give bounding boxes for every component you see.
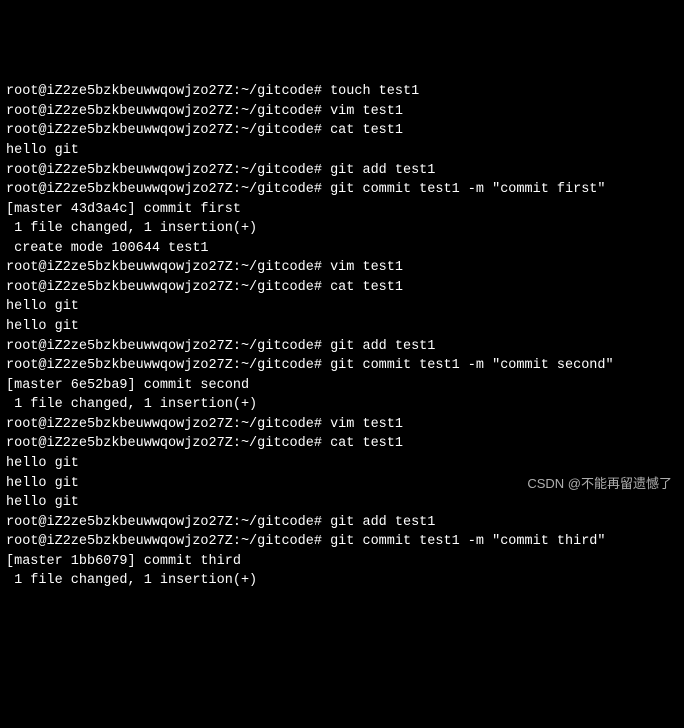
shell-prompt: root@iZ2ze5bzkbeuwwqowjzo27Z:~/gitcode# [6,123,330,138]
shell-output-text: hello git [6,299,79,314]
shell-prompt: root@iZ2ze5bzkbeuwwqowjzo27Z:~/gitcode# [6,436,330,451]
terminal-output-line: [master 1bb6079] commit third [6,552,678,572]
terminal-command-line: root@iZ2ze5bzkbeuwwqowjzo27Z:~/gitcode# … [6,415,678,435]
shell-command: vim test1 [330,417,403,432]
shell-output-text: hello git [6,319,79,334]
terminal-command-line: root@iZ2ze5bzkbeuwwqowjzo27Z:~/gitcode# … [6,258,678,278]
shell-command: git add test1 [330,163,435,178]
terminal-output-line: hello git [6,493,678,513]
shell-output-text: hello git [6,476,79,491]
shell-command: cat test1 [330,280,403,295]
shell-command: git add test1 [330,515,435,530]
shell-prompt: root@iZ2ze5bzkbeuwwqowjzo27Z:~/gitcode# [6,534,330,549]
terminal-output-line: create mode 100644 test1 [6,239,678,259]
shell-output-text: [master 6e52ba9] commit second [6,378,249,393]
shell-output-text: 1 file changed, 1 insertion(+) [6,573,257,588]
shell-prompt: root@iZ2ze5bzkbeuwwqowjzo27Z:~/gitcode# [6,84,330,99]
terminal-output-line: [master 6e52ba9] commit second [6,376,678,396]
shell-prompt: root@iZ2ze5bzkbeuwwqowjzo27Z:~/gitcode# [6,339,330,354]
shell-output-text: 1 file changed, 1 insertion(+) [6,221,257,236]
shell-output-text: [master 1bb6079] commit third [6,554,241,569]
terminal-command-line: root@iZ2ze5bzkbeuwwqowjzo27Z:~/gitcode# … [6,180,678,200]
shell-command: git commit test1 -m "commit third" [330,534,605,549]
terminal-command-line: root@iZ2ze5bzkbeuwwqowjzo27Z:~/gitcode# … [6,121,678,141]
terminal-output-line: 1 file changed, 1 insertion(+) [6,219,678,239]
shell-output-text: hello git [6,456,79,471]
shell-prompt: root@iZ2ze5bzkbeuwwqowjzo27Z:~/gitcode# [6,515,330,530]
terminal-output[interactable]: root@iZ2ze5bzkbeuwwqowjzo27Z:~/gitcode# … [6,82,678,591]
terminal-output-line: hello git [6,141,678,161]
terminal-command-line: root@iZ2ze5bzkbeuwwqowjzo27Z:~/gitcode# … [6,513,678,533]
shell-command: vim test1 [330,260,403,275]
terminal-command-line: root@iZ2ze5bzkbeuwwqowjzo27Z:~/gitcode# … [6,532,678,552]
shell-prompt: root@iZ2ze5bzkbeuwwqowjzo27Z:~/gitcode# [6,280,330,295]
shell-output-text: 1 file changed, 1 insertion(+) [6,397,257,412]
shell-prompt: root@iZ2ze5bzkbeuwwqowjzo27Z:~/gitcode# [6,163,330,178]
shell-output-text: create mode 100644 test1 [6,241,209,256]
terminal-output-line: 1 file changed, 1 insertion(+) [6,571,678,591]
terminal-output-line: hello git [6,317,678,337]
terminal-output-line: 1 file changed, 1 insertion(+) [6,395,678,415]
shell-prompt: root@iZ2ze5bzkbeuwwqowjzo27Z:~/gitcode# [6,417,330,432]
terminal-command-line: root@iZ2ze5bzkbeuwwqowjzo27Z:~/gitcode# … [6,102,678,122]
shell-command: git commit test1 -m "commit second" [330,358,614,373]
shell-command: cat test1 [330,436,403,451]
terminal-command-line: root@iZ2ze5bzkbeuwwqowjzo27Z:~/gitcode# … [6,356,678,376]
csdn-watermark: CSDN @不能再留遗憾了 [527,475,672,494]
shell-prompt: root@iZ2ze5bzkbeuwwqowjzo27Z:~/gitcode# [6,260,330,275]
terminal-output-line: hello git [6,454,678,474]
shell-prompt: root@iZ2ze5bzkbeuwwqowjzo27Z:~/gitcode# [6,182,330,197]
shell-command: cat test1 [330,123,403,138]
terminal-output-line: [master 43d3a4c] commit first [6,200,678,220]
shell-prompt: root@iZ2ze5bzkbeuwwqowjzo27Z:~/gitcode# [6,104,330,119]
shell-command: git commit test1 -m "commit first" [330,182,605,197]
terminal-command-line: root@iZ2ze5bzkbeuwwqowjzo27Z:~/gitcode# … [6,161,678,181]
terminal-command-line: root@iZ2ze5bzkbeuwwqowjzo27Z:~/gitcode# … [6,82,678,102]
terminal-command-line: root@iZ2ze5bzkbeuwwqowjzo27Z:~/gitcode# … [6,278,678,298]
shell-output-text: [master 43d3a4c] commit first [6,202,241,217]
terminal-command-line: root@iZ2ze5bzkbeuwwqowjzo27Z:~/gitcode# … [6,337,678,357]
shell-output-text: hello git [6,495,79,510]
terminal-command-line: root@iZ2ze5bzkbeuwwqowjzo27Z:~/gitcode# … [6,434,678,454]
shell-prompt: root@iZ2ze5bzkbeuwwqowjzo27Z:~/gitcode# [6,358,330,373]
shell-command: vim test1 [330,104,403,119]
shell-command: git add test1 [330,339,435,354]
shell-command: touch test1 [330,84,419,99]
shell-output-text: hello git [6,143,79,158]
terminal-output-line: hello git [6,297,678,317]
